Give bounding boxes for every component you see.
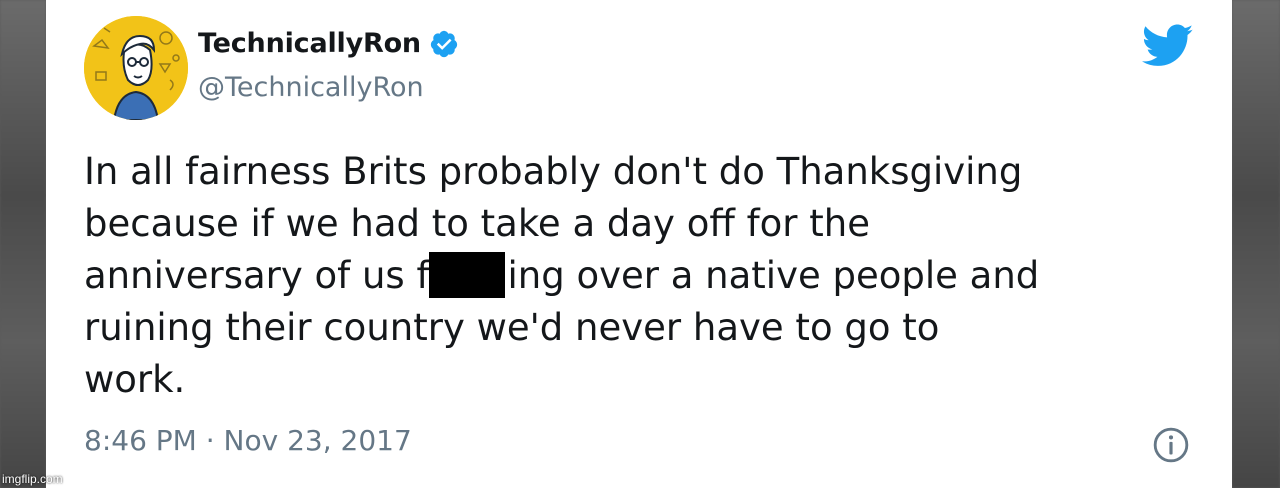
timestamp[interactable]: 8:46 PM · Nov 23, 2017 xyxy=(84,424,412,457)
tweet-text-line-3-after: ing over a native people and xyxy=(507,254,1040,297)
tweet-text: In all fairness Brits probably don't do … xyxy=(84,146,1204,406)
avatar-illustration xyxy=(84,16,188,120)
tweet-text-line-4: ruining their country we'd never have to… xyxy=(84,306,940,349)
tweet-text-line-5: work. xyxy=(84,358,186,401)
imgflip-watermark: imgflip.com xyxy=(2,472,63,486)
avatar[interactable] xyxy=(84,16,188,120)
twitter-bird-icon[interactable] xyxy=(1142,24,1194,68)
display-name[interactable]: TechnicallyRon xyxy=(198,28,421,59)
tweet-text-line-3: anniversary of us f ing over a native peo… xyxy=(84,250,1204,302)
handle[interactable]: @TechnicallyRon xyxy=(198,72,424,103)
tweet-card: TechnicallyRon @TechnicallyRon In all fa… xyxy=(46,0,1232,488)
tweet-text-line-1: In all fairness Brits probably don't do … xyxy=(84,150,1023,193)
tweet-text-line-3-before: anniversary of us f xyxy=(84,254,430,297)
censor-bar xyxy=(429,252,506,298)
author-name-row: TechnicallyRon xyxy=(198,28,459,59)
info-icon[interactable] xyxy=(1152,426,1190,464)
tweet-text-line-2: because if we had to take a day off for … xyxy=(84,202,870,245)
blurred-background-left xyxy=(0,0,46,488)
blurred-background-right xyxy=(1232,0,1280,488)
verified-badge-icon xyxy=(430,30,458,57)
